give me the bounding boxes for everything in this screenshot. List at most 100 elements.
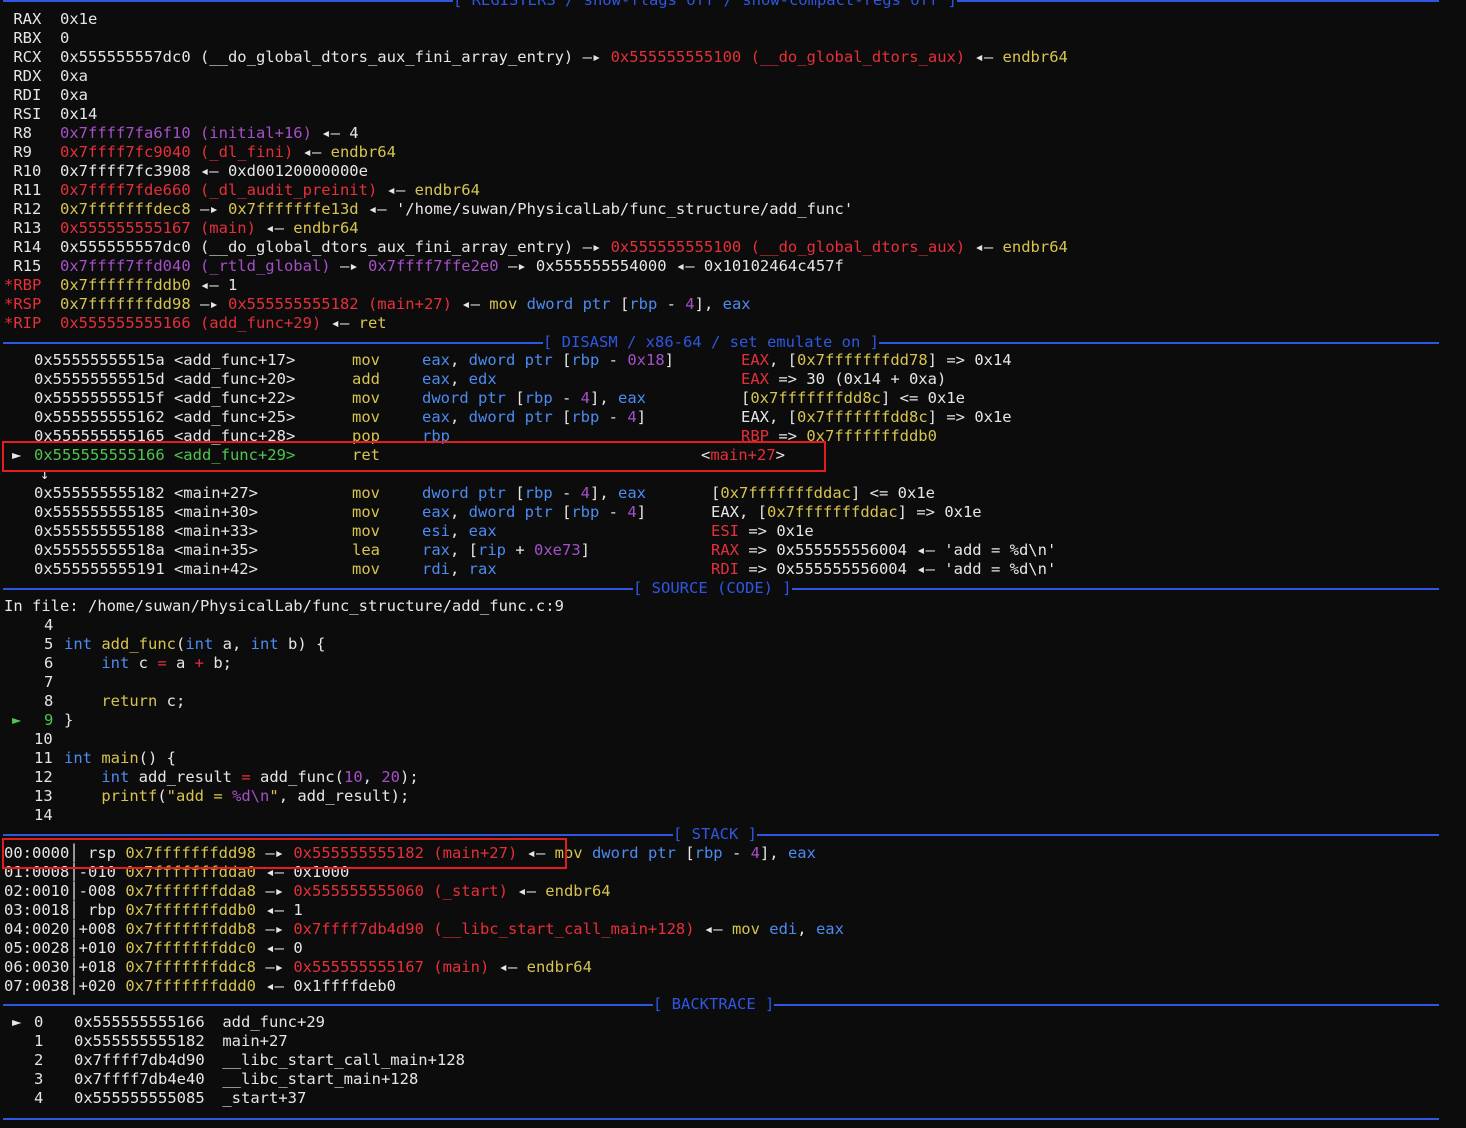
separator-rule — [3, 1118, 1439, 1120]
stack-divider: │ — [69, 977, 79, 995]
frame-function: __libc_start_main+128 — [213, 1070, 419, 1088]
instruction-operands: dword ptr [rbp - 4], eax — [422, 389, 646, 408]
register-row: R8 0x7ffff7fa6f10 (initial+16) ◂— 4 — [4, 124, 358, 143]
segment-0: 0x7ffff7fa6f10 (initial+16) — [60, 124, 312, 142]
segment-1: ◂— 1 — [190, 276, 238, 294]
segment-1: 0x7fffffffddac — [720, 484, 851, 502]
register-row: R15 0x7ffff7ffd040 (_rtld_global) —▸ 0x7f… — [4, 257, 844, 276]
source-code: return c; — [64, 692, 185, 711]
segment-2: ] => 0x1e — [927, 408, 1012, 426]
frame-number: 3 — [34, 1070, 44, 1088]
stack-offset: -008 — [78, 882, 116, 900]
segment-0: ESI — [711, 522, 739, 540]
segment-2: rip — [478, 541, 506, 559]
segment-10: ], — [694, 295, 723, 313]
segment-2: rax — [468, 560, 497, 578]
segment-1: —▸ — [190, 200, 228, 218]
segment-4: mov — [731, 920, 770, 938]
highlight-box-stack-top — [2, 838, 567, 869]
segment-0: dword ptr — [422, 484, 516, 502]
segment-4: endbr64 — [526, 958, 592, 976]
register-value: 0xa — [60, 67, 88, 86]
source-header: [ SOURCE (CODE) ] — [3, 579, 1439, 598]
segment-0: 0x7ffff7fc3908 ◂— 0xd00120000000e — [60, 162, 368, 180]
instruction-mnemonic: mov — [352, 351, 380, 369]
register-name: R9 — [4, 143, 32, 161]
stack-offset: rbp — [78, 901, 116, 919]
segment-1: , — [450, 370, 469, 388]
register-row: R13 0x555555555167 (main) ◂— endbr64 — [4, 219, 358, 238]
register-row: R14 0x555555557dc0 (__do_global_dtors_aux… — [4, 238, 1068, 257]
stack-index: 06:0030 — [4, 958, 70, 976]
segment-1: ◂— — [255, 219, 294, 237]
register-row: RBX 0 — [4, 29, 69, 48]
stack-row: 07:0038│+020 0x7fffffffddd0 ◂— 0x1ffffde… — [4, 977, 396, 996]
stack-index: 07:0038 — [4, 977, 70, 995]
segment-8: ); — [400, 768, 419, 786]
segment-0: 0x555555557dc0 (__do_global_dtors_aux_fi… — [60, 238, 583, 256]
stack-divider: │ — [69, 920, 79, 938]
stack-divider: │ — [69, 882, 79, 900]
segment-1: —▸ — [582, 238, 611, 256]
instruction-mnemonic: mov — [352, 503, 380, 521]
segment-0: 0x14 — [60, 105, 98, 123]
instruction-operands: eax, dword ptr [rbp - 0x18] — [422, 351, 674, 370]
register-value: 0x7fffffffddb0 ◂— 1 — [60, 276, 237, 295]
segment-1: , — [450, 408, 469, 426]
segment-0 — [64, 768, 101, 786]
frame-address: 0x7ffff7db4e40 — [74, 1070, 205, 1088]
changed-star: * — [4, 276, 14, 294]
segment-7: eax — [815, 920, 844, 938]
segment-2: eax — [468, 522, 497, 540]
segment-0: eax — [422, 370, 450, 388]
segment-6: [ — [685, 844, 695, 862]
current-frame-marker — [12, 1089, 21, 1107]
frame-function: __libc_start_call_main+128 — [213, 1051, 465, 1069]
segment-1: , — [450, 560, 469, 578]
file-path-text: In file: /home/suwan/PhysicalLab/func_st… — [4, 597, 564, 615]
frame-address: 0x7ffff7db4d90 — [74, 1051, 205, 1069]
segment-0: rdi — [422, 560, 450, 578]
segment-2: 0x555555555100 (__do_global_dtors_aux) — [610, 48, 966, 66]
segment-5: - — [599, 503, 628, 521]
segment-6: eax — [618, 389, 647, 407]
line-number: 14 — [34, 806, 53, 824]
instruction-mnemonic: mov — [352, 560, 380, 578]
register-row: R10 0x7ffff7fc3908 ◂— 0xd00120000000e — [4, 162, 368, 181]
current-frame-marker — [12, 1070, 21, 1088]
stack-index: 02:0010 — [4, 882, 70, 900]
register-name: *RSP — [4, 295, 41, 313]
segment-6: b; — [204, 654, 233, 672]
register-row: *RSP 0x7fffffffdd98 —▸ 0x555555555182 (ma… — [4, 295, 751, 314]
register-value: 0x555555555166 (add_func+29) ◂— ret — [60, 314, 387, 333]
segment-0: eax — [422, 351, 450, 369]
segment-1: 0x7fffffffdd8c — [750, 389, 881, 407]
line-number: 13 — [34, 787, 53, 805]
bottom-rule — [3, 1109, 1439, 1128]
instruction-mnemonic: mov — [352, 522, 380, 540]
segment-2: c; — [157, 692, 186, 710]
segment-9: 4 — [750, 844, 760, 862]
segment-6: eax — [618, 484, 647, 502]
segment-0: dword ptr — [422, 389, 516, 407]
segment-0: 0x7fffffffddc8 — [125, 958, 256, 976]
register-row: RAX 0x1e — [4, 10, 97, 29]
segment-0: EAX, [ — [741, 408, 797, 426]
frame-number: 0 — [34, 1013, 44, 1031]
segment-2: c — [129, 654, 158, 672]
segment-4: endbr64 — [545, 882, 611, 900]
segment-1: —▸ — [190, 295, 228, 313]
segment-0: EAX — [741, 370, 769, 388]
segment-4: a, — [213, 635, 251, 653]
segment-0: 0x1e — [60, 10, 98, 28]
backtrace-frame: 1 0x555555555182 main+27 — [12, 1032, 288, 1051]
segment-4: rbp — [571, 503, 600, 521]
segment-1: ◂— 1 — [256, 901, 303, 919]
segment-2: ( — [157, 787, 167, 805]
segment-5: \n — [250, 787, 270, 805]
register-row: *RIP 0x555555555166 (add_func+29) ◂— ret — [4, 314, 387, 333]
segment-2: dword ptr — [468, 503, 562, 521]
segment-4: 0xe73 — [534, 541, 581, 559]
register-row: R9 0x7ffff7fc9040 (_dl_fini) ◂— endbr64 — [4, 143, 396, 162]
register-name-text: RBP — [13, 276, 42, 294]
